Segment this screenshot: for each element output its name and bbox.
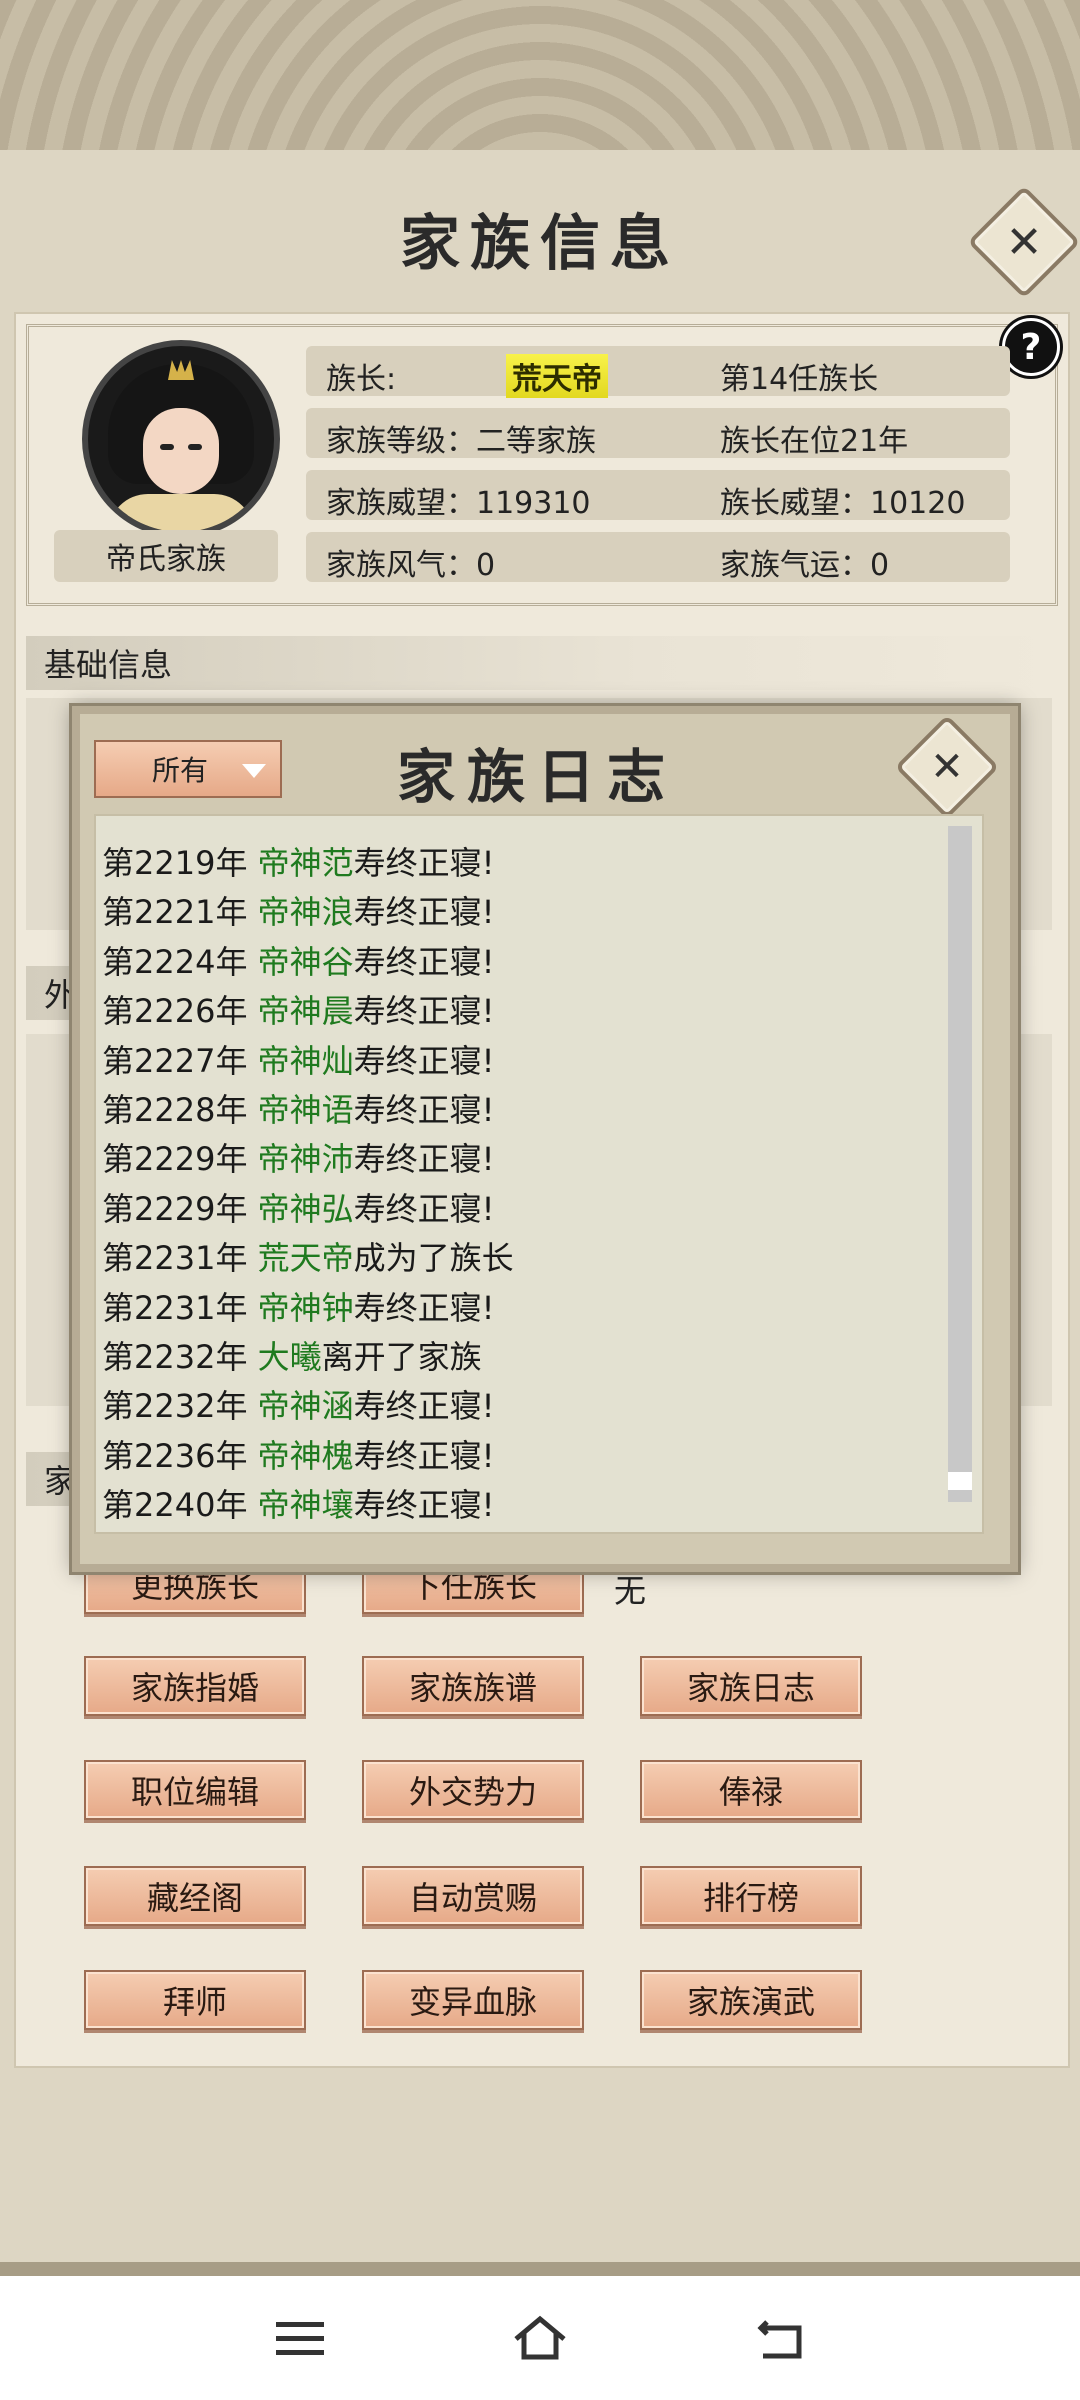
menu-icon[interactable] (265, 2306, 335, 2370)
log-year: 第2232年 (102, 1387, 248, 1426)
family-name-label: 帝氏家族 (54, 530, 278, 582)
log-action: 离开了家族 (321, 1338, 482, 1376)
martial-arts-button[interactable]: 家族演武 (640, 1970, 862, 2030)
family-log-button[interactable]: 家族日志 (640, 1656, 862, 1716)
family-ethos: 家族风气：0 (326, 548, 496, 583)
log-action: 寿终正寝! (353, 942, 495, 981)
log-entry: 第2232年 大曦离开了家族 (102, 1332, 482, 1378)
log-entry: 第2227年 帝神灿寿终正寝! (102, 1036, 494, 1082)
log-scrollbar[interactable] (948, 826, 972, 1502)
library-button[interactable]: 藏经阁 (84, 1866, 306, 1926)
leader-name[interactable]: 荒天帝 (506, 354, 608, 398)
genealogy-button[interactable]: 家族族谱 (362, 1656, 584, 1716)
log-year: 第2229年 (102, 1189, 248, 1228)
back-icon[interactable] (745, 2306, 815, 2370)
log-year: 第2221年 (102, 893, 248, 932)
log-entry: 第2229年 帝神弘寿终正寝! (102, 1184, 494, 1230)
dropdown-arrow-icon (242, 764, 266, 778)
log-year: 第2224年 (102, 942, 248, 981)
log-person-name[interactable]: 帝神槐 (258, 1437, 354, 1475)
info-row-leader: 族长: 荒天帝 第14任族长 (306, 346, 1010, 398)
log-person-name[interactable]: 帝神范 (258, 844, 354, 882)
next-leader-value: 无 (614, 1572, 647, 1610)
log-action: 寿终正寝! (353, 1091, 495, 1129)
log-person-name[interactable]: 帝神弘 (258, 1190, 354, 1228)
leader-tenure: 族长在位21年 (720, 424, 909, 459)
log-entry: 第2231年 荒天帝成为了族长 (102, 1233, 514, 1279)
log-action: 寿终正寝! (353, 893, 495, 932)
home-icon[interactable] (505, 2306, 575, 2370)
position-edit-button[interactable]: 职位编辑 (84, 1760, 306, 1820)
log-entry: 第2219年 帝神范寿终正寝! (102, 838, 494, 884)
marriage-button[interactable]: 家族指婚 (84, 1656, 306, 1716)
log-person-name[interactable]: 帝神灿 (258, 1042, 354, 1080)
log-entry: 第2232年 帝神涵寿终正寝! (102, 1381, 494, 1427)
log-entry: 第2236年 帝神槐寿终正寝! (102, 1431, 494, 1477)
filter-value: 所有 (152, 754, 209, 787)
log-year: 第2231年 (102, 1288, 248, 1327)
log-entry: 第2226年 帝神晨寿终正寝! (102, 986, 494, 1032)
log-action: 寿终正寝! (353, 1288, 495, 1327)
log-person-name[interactable]: 大曦 (258, 1338, 322, 1376)
log-filter-dropdown[interactable]: 所有 (94, 740, 282, 798)
log-year: 第2229年 (102, 1140, 248, 1179)
leader-prestige: 族长威望：10120 (720, 486, 966, 521)
info-row-level: 家族等级：二等家族 族长在位21年 (306, 408, 1010, 459)
family-prestige: 家族威望：119310 (326, 486, 591, 521)
bloodline-button[interactable]: 变异血脉 (362, 1970, 584, 2030)
salary-button[interactable]: 俸禄 (640, 1760, 862, 1820)
log-year: 第2232年 (102, 1338, 248, 1376)
panel-bottom-edge (0, 2262, 1080, 2276)
close-icon: ✕ (1005, 216, 1043, 268)
family-level: 家族等级：二等家族 (326, 424, 596, 459)
log-action: 寿终正寝! (353, 1436, 495, 1475)
log-action: 寿终正寝! (353, 1486, 495, 1525)
log-year: 第2227年 (102, 1041, 248, 1080)
log-entry: 第2221年 帝神浪寿终正寝! (102, 887, 494, 933)
log-entry: 第2224年 帝神谷寿终正寝! (102, 937, 494, 983)
log-year: 第2240年 (102, 1486, 248, 1525)
top-decor-band (0, 0, 1080, 156)
log-person-name[interactable]: 帝神钟 (258, 1289, 354, 1327)
ranking-button[interactable]: 排行榜 (640, 1866, 862, 1926)
log-action: 寿终正寝! (353, 1387, 495, 1426)
log-action: 寿终正寝! (353, 992, 495, 1031)
info-row-prestige: 家族威望：119310 族长威望：10120 (306, 470, 1010, 521)
log-action: 寿终正寝! (353, 1041, 495, 1080)
log-person-name[interactable]: 帝神沛 (258, 1140, 354, 1178)
log-person-name[interactable]: 帝神涵 (258, 1387, 354, 1425)
log-action: 寿终正寝! (353, 1140, 495, 1179)
help-icon[interactable]: ? (1002, 318, 1060, 376)
log-action: 寿终正寝! (353, 1189, 495, 1228)
log-entry: 第2229年 帝神沛寿终正寝! (102, 1134, 494, 1180)
log-person-name[interactable]: 帝神晨 (258, 992, 354, 1030)
log-year: 第2228年 (102, 1091, 248, 1129)
log-year: 第2231年 (102, 1239, 248, 1278)
diplomacy-button[interactable]: 外交势力 (362, 1760, 584, 1820)
log-person-name[interactable]: 帝神浪 (258, 893, 354, 931)
apprentice-button[interactable]: 拜师 (84, 1970, 306, 2030)
leader-label: 族长: (326, 362, 397, 397)
log-person-name[interactable]: 帝神壤 (258, 1486, 354, 1524)
scrollbar-thumb[interactable] (948, 1472, 972, 1490)
log-year: 第2226年 (102, 992, 248, 1031)
avatar[interactable] (82, 340, 280, 538)
log-year: 第2219年 (102, 844, 248, 882)
log-person-name[interactable]: 帝神语 (258, 1091, 354, 1129)
log-entry: 第2231年 帝神钟寿终正寝! (102, 1283, 494, 1329)
log-action: 寿终正寝! (353, 844, 495, 882)
info-row-ethos: 家族风气：0 家族气运：0 (306, 532, 1010, 583)
log-action: 成为了族长 (353, 1239, 514, 1278)
family-fortune: 家族气运：0 (720, 548, 890, 583)
section-basic-info: 基础信息 (26, 636, 1052, 690)
log-entry: 第2240年 帝神壤寿终正寝! (102, 1480, 494, 1526)
log-entry: 第2228年 帝神语寿终正寝! (102, 1085, 494, 1131)
page-title: 家族信息 (400, 209, 680, 279)
log-person-name[interactable]: 荒天帝 (258, 1239, 354, 1277)
log-year: 第2236年 (102, 1436, 248, 1475)
close-icon: ✕ (930, 744, 964, 790)
log-person-name[interactable]: 帝神谷 (258, 943, 354, 981)
leader-generation: 第14任族长 (720, 362, 879, 397)
auto-reward-button[interactable]: 自动赏赐 (362, 1866, 584, 1926)
